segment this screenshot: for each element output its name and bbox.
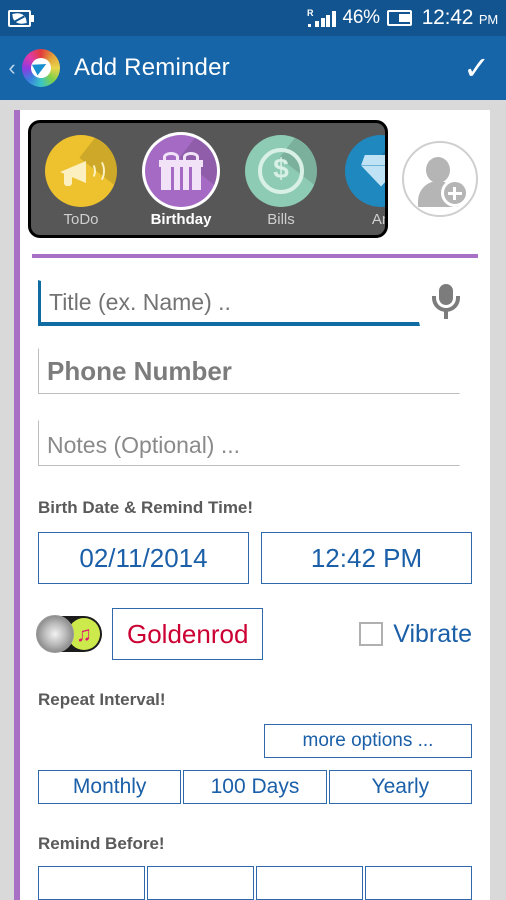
- category-carousel: ToDo Birthday $ Bills A: [20, 110, 490, 238]
- back-chevron-icon[interactable]: ‹: [4, 55, 20, 81]
- clock-ampm: PM: [478, 12, 498, 27]
- add-contact-icon[interactable]: [402, 141, 478, 217]
- vibrate-label: Vibrate: [393, 619, 472, 648]
- category-label: ToDo: [63, 210, 99, 228]
- app-bar: ‹ Add Reminder ✓: [0, 36, 506, 100]
- signal-strength-icon: R: [307, 7, 336, 27]
- remind-before-label: Remind Before!: [38, 834, 165, 853]
- checkbox-box: [359, 622, 384, 646]
- confirm-check-icon[interactable]: ✓: [463, 52, 490, 84]
- repeat-option-monthly[interactable]: Monthly: [38, 770, 182, 804]
- gift-icon: [145, 134, 217, 207]
- clock-time: 12:42: [421, 6, 474, 29]
- title-placeholder: Title (ex. Name) ..: [49, 289, 231, 315]
- remind-before-option-2[interactable]: [147, 866, 254, 900]
- status-bar-right: R 46% 12:42 PM: [307, 6, 498, 30]
- accent-divider: [32, 254, 478, 258]
- dollar-coin-icon: $: [245, 134, 317, 207]
- date-time-row: 02/11/2014 12:42 PM: [20, 532, 490, 584]
- page-title: Add Reminder: [74, 54, 230, 81]
- notes-input[interactable]: Notes (Optional) ...: [38, 420, 460, 466]
- scrollbar-track[interactable]: [490, 110, 506, 900]
- category-item-todo[interactable]: ToDo: [31, 123, 131, 235]
- birth-date-section-label: Birth Date & Remind Time!: [38, 498, 254, 517]
- repeat-interval-label: Repeat Interval!: [38, 690, 166, 709]
- battery-icon: [386, 10, 415, 26]
- category-label: Bills: [267, 210, 295, 228]
- ringtone-toggle-icon[interactable]: ♫: [36, 615, 102, 653]
- title-input[interactable]: Title (ex. Name) ..: [38, 280, 420, 326]
- category-item-anniversary[interactable]: An: [331, 123, 385, 235]
- reminder-form-card: ToDo Birthday $ Bills A Title (ex. Name)…: [14, 110, 490, 900]
- category-strip[interactable]: ToDo Birthday $ Bills A: [28, 120, 388, 238]
- notes-field-row: Notes (Optional) ...: [20, 420, 490, 466]
- repeat-options-row: Monthly 100 Days Yearly: [20, 770, 490, 804]
- status-bar: R 46% 12:42 PM: [0, 0, 506, 36]
- microphone-icon[interactable]: [420, 280, 472, 326]
- remind-before-options-row: [20, 866, 490, 900]
- category-item-bills[interactable]: $ Bills: [231, 123, 331, 235]
- more-options-button[interactable]: more options ...: [264, 724, 472, 758]
- roaming-indicator: R: [307, 7, 314, 18]
- more-options-row: more options ...: [20, 724, 490, 758]
- vibrate-checkbox[interactable]: Vibrate: [359, 620, 472, 649]
- repeat-option-100-days[interactable]: 100 Days: [183, 770, 327, 804]
- status-bar-left: [8, 9, 34, 27]
- ringtone-row: ♫ Goldenrod Vibrate: [20, 608, 490, 660]
- phone-field-row: Phone Number: [20, 348, 490, 394]
- phone-input[interactable]: Phone Number: [38, 348, 460, 394]
- diamond-icon: [345, 134, 385, 207]
- status-bar-clock: 12:42 PM: [421, 6, 499, 30]
- title-field-row: Title (ex. Name) ..: [20, 280, 490, 326]
- phone-screen: R 46% 12:42 PM ‹ Add Reminder ✓ ToDo Bir…: [0, 0, 506, 900]
- phone-placeholder: Phone Number: [47, 356, 232, 386]
- battery-percent-label: 46%: [342, 7, 380, 28]
- megaphone-icon: [45, 134, 117, 207]
- eco-battery-icon: [8, 9, 34, 27]
- notes-placeholder: Notes (Optional) ...: [47, 432, 241, 458]
- time-button[interactable]: 12:42 PM: [261, 532, 472, 584]
- date-button[interactable]: 02/11/2014: [38, 532, 249, 584]
- category-label: An: [371, 210, 385, 228]
- repeat-option-yearly[interactable]: Yearly: [328, 770, 472, 804]
- app-logo-icon[interactable]: [22, 49, 60, 87]
- remind-before-option-3[interactable]: [256, 866, 363, 900]
- category-label: Birthday: [150, 210, 212, 228]
- remind-before-option-1[interactable]: [38, 866, 145, 900]
- ringtone-button[interactable]: Goldenrod: [112, 608, 264, 660]
- category-item-birthday[interactable]: Birthday: [131, 123, 231, 235]
- remind-before-option-4[interactable]: [365, 866, 472, 900]
